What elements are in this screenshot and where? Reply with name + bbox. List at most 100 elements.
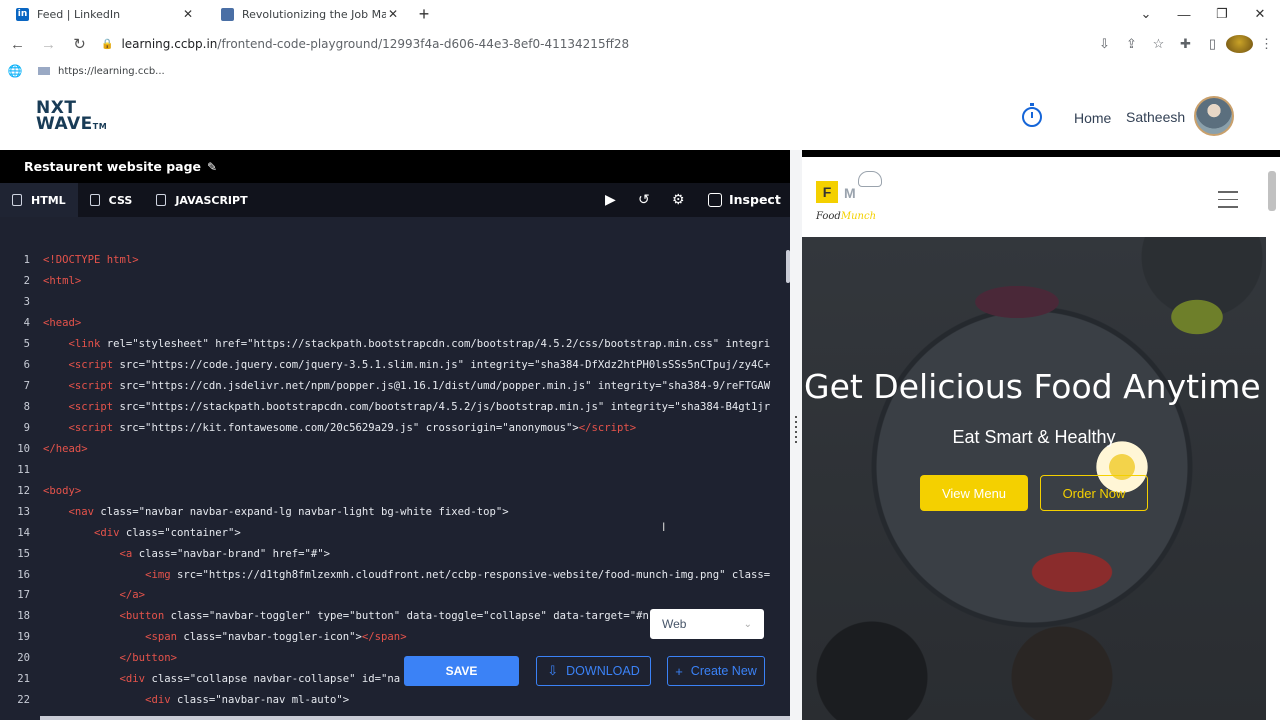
bookmark-favicon-icon xyxy=(38,67,50,75)
hero-food-image xyxy=(952,277,1082,327)
line-text: <div class="collapse navbar-collapse" id… xyxy=(119,673,401,686)
lock-icon: 🔒 xyxy=(101,38,114,50)
line-number: 8 xyxy=(23,401,30,414)
browser-tab-job-market[interactable]: Revolutionizing the Job Market ✕ xyxy=(205,0,410,28)
line-number: 16 xyxy=(17,568,30,581)
logo-f-icon: F xyxy=(816,181,838,203)
horizontal-scrollbar[interactable] xyxy=(40,716,790,720)
code-line[interactable]: 10 </head> xyxy=(0,438,790,459)
user-avatar[interactable] xyxy=(1194,96,1234,136)
file-icon xyxy=(156,194,167,206)
home-link[interactable]: Home xyxy=(1074,110,1111,126)
inspect-toggle[interactable]: Inspect xyxy=(708,192,781,207)
code-editor-panel: Restaurent website page ✎ HTML CSS JAVAS… xyxy=(0,150,790,720)
stopwatch-icon[interactable] xyxy=(1022,103,1042,127)
install-icon[interactable]: ⇩ xyxy=(1091,36,1118,52)
edit-pencil-icon[interactable]: ✎ xyxy=(207,160,217,174)
maximize-icon[interactable]: ❐ xyxy=(1203,0,1241,28)
code-line[interactable]: 1 <!DOCTYPE html> xyxy=(0,250,790,271)
extensions-icon[interactable]: ✚ xyxy=(1172,36,1199,52)
download-button[interactable]: ⇩ DOWNLOAD xyxy=(536,656,651,686)
code-line[interactable]: 5 <link rel="stylesheet" href="https://s… xyxy=(0,334,790,355)
tab-css[interactable]: CSS xyxy=(78,183,145,217)
download-icon: ⇩ xyxy=(547,663,559,678)
minimize-icon[interactable]: — xyxy=(1165,0,1203,28)
code-line[interactable]: 17 </a> xyxy=(0,585,790,606)
line-text: <nav class="navbar navbar-expand-lg navb… xyxy=(68,505,509,518)
linkedin-icon: in xyxy=(16,7,29,21)
browser-tab-linkedin[interactable]: in Feed | LinkedIn ✕ xyxy=(0,0,205,28)
code-line[interactable]: 22 <div class="navbar-nav ml-auto"> xyxy=(0,690,790,711)
line-number: 22 xyxy=(17,694,30,707)
code-line[interactable]: 3 xyxy=(0,292,790,313)
tab-close-icon[interactable]: ✕ xyxy=(181,7,195,21)
chevron-down-icon: ⌄ xyxy=(743,618,752,630)
app-header: NXT WAVETM Home Satheesh xyxy=(0,82,1280,150)
reload-icon[interactable]: ↻ xyxy=(66,31,93,58)
device-select[interactable]: Web ⌄ xyxy=(650,609,764,639)
hamburger-menu-icon[interactable] xyxy=(1218,191,1238,214)
tab-close-icon[interactable]: ✕ xyxy=(386,7,400,21)
bookmark-item[interactable]: https://learning.ccb... xyxy=(58,66,165,77)
browser-tabstrip: in Feed | LinkedIn ✕ Revolutionizing the… xyxy=(0,0,1280,28)
line-text: <!DOCTYPE html> xyxy=(43,254,139,267)
profile-avatar[interactable] xyxy=(1226,35,1253,53)
tab-javascript[interactable]: JAVASCRIPT xyxy=(144,183,259,217)
url-input[interactable]: 🔒 learning.ccbp.in/frontend-code-playgro… xyxy=(101,31,1101,57)
code-line[interactable]: 9 <script src="https://kit.fontawesome.c… xyxy=(0,418,790,439)
order-now-button[interactable]: Order Now xyxy=(1040,475,1148,511)
tab-title: Revolutionizing the Job Market xyxy=(242,7,386,21)
code-line[interactable]: 12 <body> xyxy=(0,480,790,501)
menu-icon[interactable]: ⋮ xyxy=(1253,36,1280,52)
preview-scrollbar[interactable] xyxy=(1268,171,1276,211)
select-value: Web xyxy=(662,617,687,631)
line-number: 7 xyxy=(23,380,30,393)
reset-icon[interactable]: ↺ xyxy=(638,191,650,208)
line-number: 20 xyxy=(17,652,30,665)
line-text: </head> xyxy=(43,442,88,455)
star-icon[interactable]: ☆ xyxy=(1145,36,1172,52)
new-tab-button[interactable]: + xyxy=(410,0,438,28)
back-icon[interactable]: ← xyxy=(4,31,31,58)
user-name[interactable]: Satheesh xyxy=(1126,109,1185,125)
line-number: 17 xyxy=(17,589,30,602)
code-line[interactable]: 2 <html> xyxy=(0,271,790,292)
logo-m-icon: M xyxy=(844,185,856,201)
code-line[interactable]: 8 <script src="https://stackpath.bootstr… xyxy=(0,397,790,418)
view-menu-button[interactable]: View Menu xyxy=(920,475,1028,511)
line-text: <html> xyxy=(43,275,82,288)
line-text: <link rel="stylesheet" href="https://sta… xyxy=(68,338,771,351)
code-line[interactable]: 13 <nav class="navbar navbar-expand-lg n… xyxy=(0,501,790,522)
code-line[interactable]: 14 <div class="container"> xyxy=(0,522,790,543)
download-label: DOWNLOAD xyxy=(566,664,640,678)
code-line[interactable]: 6 <script src="https://code.jquery.com/j… xyxy=(0,355,790,376)
tab-search-icon[interactable]: ⌄ xyxy=(1127,0,1165,28)
forward-icon[interactable]: → xyxy=(35,31,62,58)
settings-gear-icon[interactable]: ⚙ xyxy=(672,191,685,208)
line-number: 1 xyxy=(23,254,30,267)
line-number: 19 xyxy=(17,631,30,644)
tab-label: HTML xyxy=(31,193,66,207)
line-number: 11 xyxy=(17,463,30,476)
share-icon[interactable]: ⇪ xyxy=(1118,36,1145,52)
url-path: /frontend-code-playground/12993f4a-d606-… xyxy=(217,37,630,51)
run-icon[interactable]: ▶ xyxy=(605,191,616,208)
plus-icon: + xyxy=(675,663,683,679)
line-text: <script src="https://stackpath.bootstrap… xyxy=(68,401,771,414)
save-button[interactable]: SAVE xyxy=(404,656,519,686)
line-number: 3 xyxy=(23,296,30,309)
pane-splitter[interactable] xyxy=(790,150,802,720)
code-area[interactable]: 1 <!DOCTYPE html> 2 <html> 3 4 <head> 5 <link r… xyxy=(0,250,790,711)
tab-html[interactable]: HTML xyxy=(0,183,78,217)
code-line[interactable]: 11 xyxy=(0,459,790,480)
line-text: <head> xyxy=(43,317,82,330)
code-line[interactable]: 7 <script src="https://cdn.jsdelivr.net/… xyxy=(0,376,790,397)
code-line[interactable]: 15 <a class="navbar-brand" href="#"> xyxy=(0,543,790,564)
sidepanel-icon[interactable]: ▯ xyxy=(1199,36,1226,52)
window-close-icon[interactable]: ✕ xyxy=(1241,0,1279,28)
globe-icon: 🌐 xyxy=(7,64,23,78)
code-line[interactable]: 4 <head> xyxy=(0,313,790,334)
code-line[interactable]: 16 <img src="https://d1tgh8fmlzexmh.clou… xyxy=(0,564,790,585)
create-new-button[interactable]: + Create New xyxy=(667,656,765,686)
nxtwave-logo[interactable]: NXT WAVETM xyxy=(36,100,107,134)
